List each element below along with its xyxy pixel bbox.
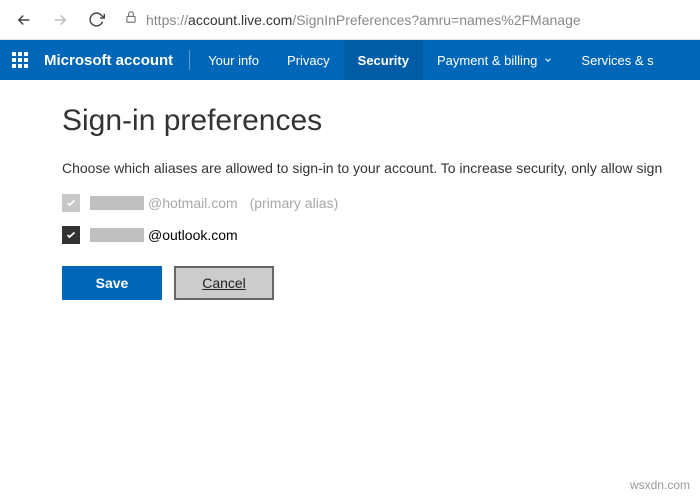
nav-privacy[interactable]: Privacy — [273, 40, 344, 80]
divider — [189, 50, 190, 70]
refresh-button[interactable] — [80, 4, 112, 36]
alias-email-primary: @hotmail.com (primary alias) — [90, 195, 338, 211]
button-row: Save Cancel — [62, 266, 700, 300]
alias-row-secondary: @outlook.com — [62, 226, 700, 244]
top-nav: Microsoft account Your info Privacy Secu… — [0, 40, 700, 80]
page-subtitle: Choose which aliases are allowed to sign… — [62, 160, 700, 176]
app-launcher-icon[interactable] — [0, 40, 40, 80]
back-button[interactable] — [8, 4, 40, 36]
alias-row-primary: @hotmail.com (primary alias) — [62, 194, 700, 212]
alias-checkbox-checked[interactable] — [62, 226, 80, 244]
lock-icon — [124, 10, 138, 29]
nav-your-info[interactable]: Your info — [194, 40, 273, 80]
address-bar[interactable]: https://account.live.com/SignInPreferenc… — [116, 10, 692, 29]
watermark: wsxdn.com — [630, 478, 690, 492]
page-content: Sign-in preferences Choose which aliases… — [0, 80, 700, 300]
redacted-text — [90, 228, 144, 242]
nav-payment-billing[interactable]: Payment & billing — [423, 40, 567, 80]
nav-security[interactable]: Security — [344, 40, 423, 80]
brand-label[interactable]: Microsoft account — [40, 52, 185, 69]
url-text: https://account.live.com/SignInPreferenc… — [146, 12, 684, 28]
cancel-button[interactable]: Cancel — [174, 266, 274, 300]
alias-email-secondary: @outlook.com — [90, 227, 238, 243]
forward-button[interactable] — [44, 4, 76, 36]
alias-checkbox-disabled — [62, 194, 80, 212]
redacted-text — [90, 196, 144, 210]
page-title: Sign-in preferences — [62, 104, 700, 138]
nav-services[interactable]: Services & s — [567, 40, 667, 80]
chevron-down-icon — [543, 53, 553, 68]
save-button[interactable]: Save — [62, 266, 162, 300]
browser-toolbar: https://account.live.com/SignInPreferenc… — [0, 0, 700, 40]
